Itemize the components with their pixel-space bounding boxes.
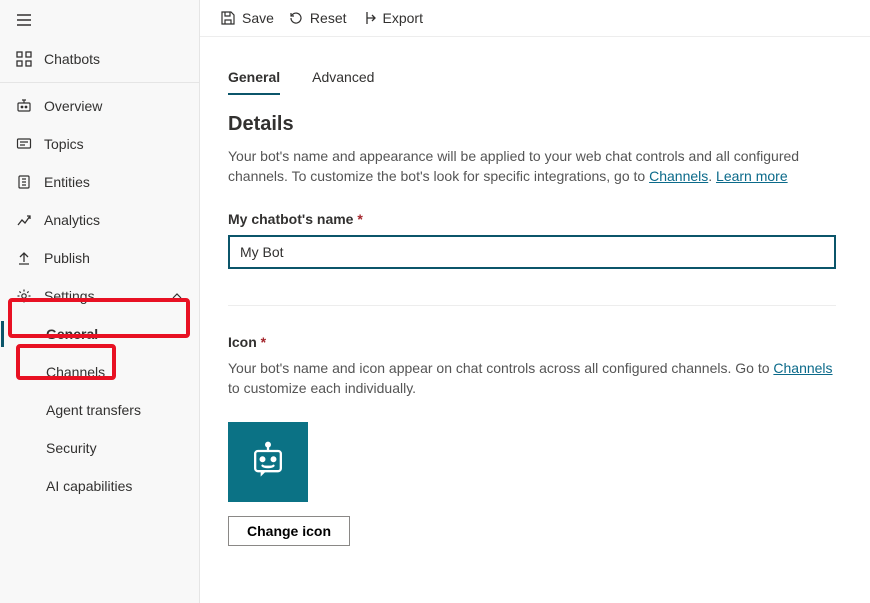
content: General Advanced Details Your bot's name… [200, 37, 870, 603]
name-field-label: My chatbot's name * [228, 211, 842, 227]
sidebar-item-label: Analytics [44, 212, 183, 228]
sidebar: Chatbots Overview Topics Entities A [0, 0, 200, 603]
required-asterisk: * [357, 211, 362, 227]
export-icon [361, 10, 377, 26]
hamburger-icon [16, 12, 32, 28]
label-text: Icon [228, 334, 261, 350]
sidebar-sub-agent-transfers[interactable]: Agent transfers [0, 391, 199, 429]
sidebar-sub-label: Agent transfers [46, 402, 141, 418]
chatbot-name-input[interactable] [228, 235, 836, 269]
details-description: Your bot's name and appearance will be a… [228, 146, 838, 187]
tab-label: Advanced [312, 69, 374, 85]
save-button-label: Save [242, 10, 274, 26]
sidebar-sub-label: General [46, 326, 98, 342]
sidebar-item-overview[interactable]: Overview [0, 87, 199, 125]
main: Save Reset Export General Advanced Detai… [200, 0, 870, 603]
description-text: Your bot's name and icon appear on chat … [228, 360, 773, 376]
gear-icon [16, 288, 32, 304]
sidebar-item-label: Settings [44, 288, 159, 304]
sidebar-item-label: Entities [44, 174, 183, 190]
chatbot-avatar-icon [246, 440, 290, 484]
bot-icon-preview [228, 422, 308, 502]
sidebar-item-label: Topics [44, 136, 183, 152]
required-asterisk: * [261, 334, 266, 350]
save-icon [220, 10, 236, 26]
description-text: . [708, 168, 716, 184]
sidebar-sub-security[interactable]: Security [0, 429, 199, 467]
divider [228, 305, 836, 306]
icon-field-label: Icon * [228, 334, 842, 350]
sidebar-item-label: Overview [44, 98, 183, 114]
sidebar-item-entities[interactable]: Entities [0, 163, 199, 201]
reset-icon [288, 10, 304, 26]
sidebar-item-analytics[interactable]: Analytics [0, 201, 199, 239]
reset-button-label: Reset [310, 10, 347, 26]
learn-more-link[interactable]: Learn more [716, 168, 788, 184]
sidebar-sub-label: AI capabilities [46, 478, 132, 494]
grid-icon [16, 51, 32, 67]
entities-icon [16, 174, 32, 190]
sidebar-item-label: Publish [44, 250, 183, 266]
publish-icon [16, 250, 32, 266]
channels-link[interactable]: Channels [773, 360, 832, 376]
divider [0, 82, 199, 83]
export-button[interactable]: Export [361, 10, 423, 26]
change-icon-button[interactable]: Change icon [228, 516, 350, 546]
sidebar-sub-label: Security [46, 440, 97, 456]
change-icon-label: Change icon [247, 523, 331, 539]
hamburger-menu[interactable] [0, 0, 199, 40]
details-heading: Details [228, 113, 842, 136]
sidebar-sub-channels[interactable]: Channels [0, 353, 199, 391]
sidebar-item-topics[interactable]: Topics [0, 125, 199, 163]
sidebar-sub-label: Channels [46, 364, 105, 380]
tabs: General Advanced [228, 47, 842, 95]
sidebar-item-publish[interactable]: Publish [0, 239, 199, 277]
sidebar-item-chatbots[interactable]: Chatbots [0, 40, 199, 78]
sidebar-item-settings[interactable]: Settings [0, 277, 199, 315]
chevron-up-icon [171, 290, 183, 302]
reset-button[interactable]: Reset [288, 10, 347, 26]
toolbar: Save Reset Export [200, 0, 870, 37]
label-text: My chatbot's name [228, 211, 357, 227]
channels-link[interactable]: Channels [649, 168, 708, 184]
sidebar-sub-general[interactable]: General [0, 315, 199, 353]
icon-description: Your bot's name and icon appear on chat … [228, 358, 838, 399]
tab-advanced[interactable]: Advanced [312, 69, 374, 95]
save-button[interactable]: Save [220, 10, 274, 26]
tab-general[interactable]: General [228, 69, 280, 95]
topics-icon [16, 136, 32, 152]
analytics-icon [16, 212, 32, 228]
export-button-label: Export [383, 10, 423, 26]
tab-label: General [228, 69, 280, 85]
sidebar-item-label: Chatbots [44, 51, 183, 67]
bot-icon [16, 98, 32, 114]
sidebar-sub-ai-capabilities[interactable]: AI capabilities [0, 467, 199, 505]
description-text: to customize each individually. [228, 380, 416, 396]
